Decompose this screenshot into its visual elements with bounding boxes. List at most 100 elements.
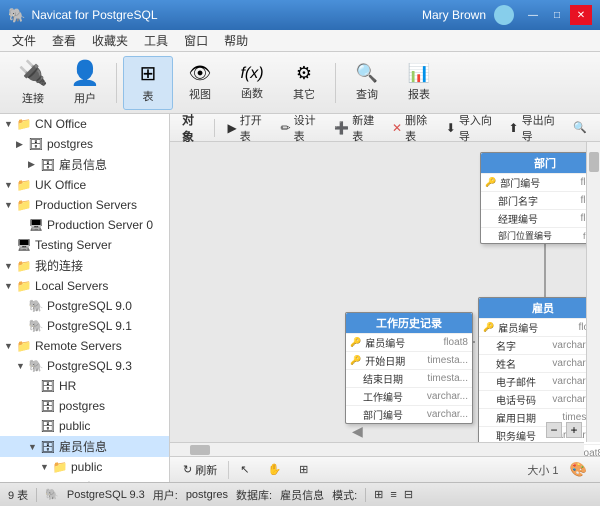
report-label: 报表 bbox=[408, 86, 430, 102]
scrollbar-thumb-h[interactable] bbox=[190, 445, 210, 455]
sidebar-item-public[interactable]: 🗄 public bbox=[0, 416, 169, 436]
menu-tools[interactable]: 工具 bbox=[136, 30, 176, 51]
object-toolbar: 对象 ▶ 打开表 ✏ 设计表 ➕ 新建表 ✕ 删除表 ⬇ 导入向导 bbox=[170, 114, 600, 142]
emp-header: 雇员 bbox=[479, 298, 600, 318]
color-button[interactable]: 🎨 bbox=[563, 458, 594, 481]
toolbar-report[interactable]: 📊 报表 bbox=[394, 56, 444, 110]
arrow-myconn: ▼ bbox=[4, 261, 16, 271]
query-label: 查询 bbox=[356, 86, 378, 102]
server-icon: 🖥 bbox=[28, 217, 44, 233]
sidebar-item-pg93[interactable]: ▼ 🐘 PostgreSQL 9.3 bbox=[0, 356, 169, 376]
menu-window[interactable]: 窗口 bbox=[176, 30, 216, 51]
new-label: 新建表 bbox=[352, 114, 376, 144]
schema-icon: 📁 bbox=[52, 459, 68, 475]
main-area: ▼ 📁 CN Office ▶ 🗄 postgres ▶ 🗄 雇员信息 ▼ 📁 … bbox=[0, 114, 600, 482]
menu-file[interactable]: 文件 bbox=[4, 30, 44, 51]
tables-label: 表 bbox=[83, 479, 95, 482]
toolbar-function[interactable]: f(x) 函数 bbox=[227, 56, 277, 110]
toolbar: 🔌 连接 👤 用户 ⊞ 表 👁 视图 f(x) 函数 ⚙ 其它 🔍 查询 📊 报… bbox=[0, 52, 600, 114]
er-table-work-history[interactable]: 工作历史记录 🔑 雇员编号 float8 🔑 开始日期 timesta... 结… bbox=[345, 312, 473, 424]
sidebar-item-tables[interactable]: ▶ ⊞ 表 bbox=[0, 477, 169, 482]
dept-header: 部门 bbox=[481, 153, 600, 173]
sidebar-item-postgres[interactable]: ▶ 🗄 postgres bbox=[0, 134, 169, 154]
scrollbar-horizontal[interactable] bbox=[170, 442, 584, 456]
scrollbar-vertical[interactable] bbox=[586, 142, 600, 442]
connect-icon: 🔌 bbox=[18, 59, 48, 88]
dept-row-4: 部门位置编号 float8 bbox=[481, 227, 600, 243]
refresh-button[interactable]: ↻ 刷新 bbox=[176, 459, 224, 481]
scroll-left-btn[interactable]: ◀ bbox=[352, 423, 363, 440]
function-icon: f(x) bbox=[240, 65, 263, 83]
arrow-prod: ▼ bbox=[4, 200, 16, 210]
toolbar-connect[interactable]: 🔌 连接 bbox=[8, 56, 58, 110]
sidebar-item-postgres2[interactable]: 🗄 postgres bbox=[0, 396, 169, 416]
toolbar-query[interactable]: 🔍 查询 bbox=[342, 56, 392, 110]
er-diagram[interactable]: 部门 🔑 部门编号 float8 部门名字 float8 经理编号 float8… bbox=[170, 142, 600, 456]
cursor-button[interactable]: ↖ bbox=[233, 460, 256, 479]
menu-help[interactable]: 帮助 bbox=[216, 30, 256, 51]
sidebar[interactable]: ▼ 📁 CN Office ▶ 🗄 postgres ▶ 🗄 雇员信息 ▼ 📁 … bbox=[0, 114, 170, 482]
search-button[interactable]: 🔍 bbox=[566, 118, 594, 137]
prod-server-0-label: Production Server 0 bbox=[47, 218, 153, 232]
sidebar-item-employee-info-1[interactable]: ▶ 🗄 雇员信息 bbox=[0, 154, 169, 175]
arrow-cn-office: ▼ bbox=[4, 119, 16, 129]
sidebar-item-my-conn[interactable]: ▼ 📁 我的连接 bbox=[0, 255, 169, 276]
toolbar-other[interactable]: ⚙ 其它 bbox=[279, 56, 329, 110]
db-icon2: 🗄 bbox=[40, 157, 56, 173]
sidebar-item-pg90[interactable]: 🐘 PostgreSQL 9.0 bbox=[0, 296, 169, 316]
sidebar-item-testing-server[interactable]: 🖥 Testing Server bbox=[0, 235, 169, 255]
sidebar-item-hr[interactable]: 🗄 HR bbox=[0, 376, 169, 396]
toolbar-table[interactable]: ⊞ 表 bbox=[123, 56, 173, 110]
emp-row-4: 电子邮件 varchar(2... bbox=[479, 372, 600, 390]
emp-row-2: 名字 varchar(2... bbox=[479, 336, 600, 354]
er-table-department[interactable]: 部门 🔑 部门编号 float8 部门名字 float8 经理编号 float8… bbox=[480, 152, 600, 244]
remote-servers-label: Remote Servers bbox=[35, 339, 122, 353]
zoom-out-button[interactable]: − bbox=[546, 422, 562, 438]
pg-icon1: 🐘 bbox=[28, 298, 44, 314]
folder-icon: 📁 bbox=[16, 116, 32, 132]
emp-row-1: 🔑 雇员编号 float8 bbox=[479, 318, 600, 336]
connection-label: PostgreSQL 9.3 bbox=[67, 489, 145, 501]
minimize-button[interactable]: — bbox=[522, 5, 544, 25]
refresh-icon: ↻ bbox=[183, 463, 192, 476]
close-button[interactable]: ✕ bbox=[570, 5, 592, 25]
sidebar-item-prod-server-0[interactable]: 🖥 Production Server 0 bbox=[0, 215, 169, 235]
dept-row-3: 经理编号 float8 bbox=[481, 209, 600, 227]
sidebar-item-remote-servers[interactable]: ▼ 📁 Remote Servers bbox=[0, 336, 169, 356]
server-icon2: 🖥 bbox=[16, 237, 32, 253]
folder-icon4: 📁 bbox=[16, 258, 32, 274]
db-icon-emp2: 🗄 bbox=[40, 439, 56, 455]
sidebar-item-pg91[interactable]: 🐘 PostgreSQL 9.1 bbox=[0, 316, 169, 336]
toolbar-sep2 bbox=[335, 63, 336, 103]
maximize-button[interactable]: □ bbox=[546, 5, 568, 25]
sidebar-item-local-servers[interactable]: ▼ 📁 Local Servers bbox=[0, 276, 169, 296]
sidebar-item-public2[interactable]: ▼ 📁 public bbox=[0, 457, 169, 477]
toolbar-user[interactable]: 👤 用户 bbox=[60, 56, 110, 110]
view-icon: 👁 bbox=[189, 63, 212, 84]
zoom-in-button[interactable]: + bbox=[566, 422, 582, 438]
menu-view[interactable]: 查看 bbox=[44, 30, 84, 51]
connect-label: 连接 bbox=[22, 90, 44, 106]
toolbar-view[interactable]: 👁 视图 bbox=[175, 56, 225, 110]
content-area: 对象 ▶ 打开表 ✏ 设计表 ➕ 新建表 ✕ 删除表 ⬇ 导入向导 bbox=[170, 114, 600, 482]
emp1-label: 雇员信息 bbox=[59, 156, 107, 173]
user-label: 用户 bbox=[74, 90, 96, 106]
menu-favorites[interactable]: 收藏夹 bbox=[84, 30, 136, 51]
grid-icons: ⊞ ≡ ⊟ bbox=[374, 488, 415, 501]
bottom-sep bbox=[228, 461, 229, 479]
arrow-local: ▼ bbox=[4, 281, 16, 291]
sidebar-item-prod-servers[interactable]: ▼ 📁 Production Servers bbox=[0, 195, 169, 215]
wh-header: 工作历史记录 bbox=[346, 313, 472, 333]
sidebar-item-employee-info-2[interactable]: ▼ 🗄 雇员信息 bbox=[0, 436, 169, 457]
db-value: 雇员信息 bbox=[280, 487, 324, 503]
sidebar-item-cn-office[interactable]: ▼ 📁 CN Office bbox=[0, 114, 169, 134]
layout-button[interactable]: ⊞ bbox=[292, 460, 315, 479]
scrollbar-thumb-v[interactable] bbox=[589, 152, 599, 172]
cn-office-label: CN Office bbox=[35, 117, 87, 131]
hand-button[interactable]: ✋ bbox=[260, 460, 288, 479]
new-icon: ➕ bbox=[334, 121, 349, 135]
sidebar-item-uk-office[interactable]: ▼ 📁 UK Office bbox=[0, 175, 169, 195]
import-icon: ⬇ bbox=[446, 121, 456, 135]
other-label: 其它 bbox=[293, 86, 315, 102]
pg90-label: PostgreSQL 9.0 bbox=[47, 299, 132, 313]
